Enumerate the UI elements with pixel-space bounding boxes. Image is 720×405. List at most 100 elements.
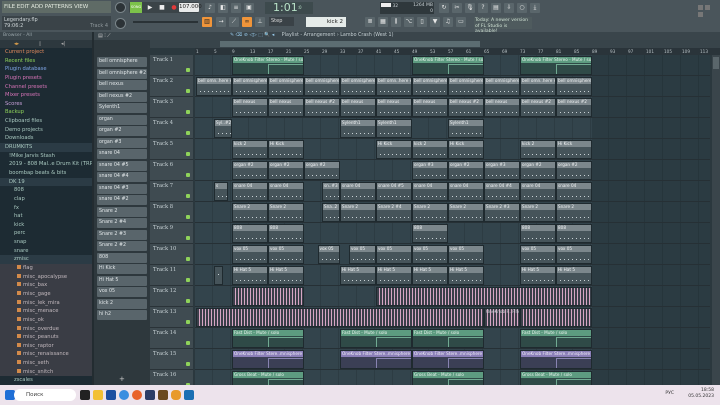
playlist-clip[interactable]: 808 xyxy=(556,224,592,243)
track-add-icon[interactable] xyxy=(186,257,190,261)
channel-button[interactable]: snare 04 #4 xyxy=(97,172,147,182)
app-icon-store[interactable] xyxy=(106,390,116,400)
back-icon[interactable]: ◂▸ xyxy=(14,41,19,47)
playlist-clip[interactable]: snare 04 xyxy=(232,182,268,201)
browser-item[interactable]: misc_peanuts xyxy=(0,333,92,342)
playlist-clip[interactable]: Syl..#2 xyxy=(214,119,232,138)
channel-button[interactable]: snare 04 #3 xyxy=(97,183,147,194)
wait-input-icon[interactable]: ◧ xyxy=(218,3,228,13)
track-header[interactable]: Track 2 xyxy=(150,76,193,97)
browser-item[interactable]: Plugin presets xyxy=(0,74,92,83)
playlist-clip[interactable]: snare 04 xyxy=(412,182,448,201)
channel-button[interactable]: Snare 2 xyxy=(97,206,147,217)
file-icon[interactable]: ▯ xyxy=(39,41,42,47)
track-add-icon[interactable] xyxy=(186,278,190,282)
playlist-clip[interactable]: 808 xyxy=(268,224,304,243)
playlist-clip[interactable]: bell omnisphere xyxy=(304,77,340,96)
channel-button[interactable]: bell nexus #2 xyxy=(97,91,147,102)
track-header[interactable]: Track 1 xyxy=(150,55,193,76)
arrow-icon[interactable]: → xyxy=(216,17,226,27)
speaker-icon[interactable]: ◂| xyxy=(61,41,65,47)
channel-button[interactable]: Snare 2 #4 xyxy=(97,218,147,228)
playlist-clip[interactable]: Snare 2 #3 xyxy=(484,203,520,222)
playlist-clip[interactable]: Snare 2 xyxy=(412,203,448,222)
channel-button[interactable]: snare 04 xyxy=(97,149,147,159)
playlist-clip[interactable] xyxy=(376,287,592,306)
playlist-clip[interactable]: OneKnob Filter Stere..mnisphere - Filter xyxy=(412,350,484,369)
browser-item[interactable]: Current project xyxy=(0,48,92,57)
playlist-clip[interactable]: bell omnisphere xyxy=(448,77,484,96)
playlist-clip[interactable]: kick 2 xyxy=(232,140,268,159)
save-icon[interactable]: ▤ xyxy=(491,3,501,13)
browser-item[interactable]: Mixer presets xyxy=(0,91,92,100)
channel-rack-icon[interactable]: ▦ xyxy=(378,17,388,27)
track-add-icon[interactable] xyxy=(186,110,190,114)
playlist-clip[interactable]: organ #3 xyxy=(484,161,520,180)
playlist-clip[interactable]: 808 xyxy=(520,224,556,243)
playlist-clip[interactable]: Snare 2 xyxy=(448,203,484,222)
plugin-picker-icon[interactable]: ⌥ xyxy=(404,17,414,27)
playlist-clip[interactable] xyxy=(196,308,484,327)
browser-item[interactable]: perc xyxy=(0,229,92,238)
timeline-ruler[interactable]: 1 5 9 13 17 21 25 29 33 37 41 45 49 53 57 61 65 69 73 77 81 8… xyxy=(195,48,720,55)
channel-button[interactable]: 808 xyxy=(97,252,147,263)
tempo-tapper-icon[interactable]: ♫ xyxy=(443,17,453,27)
playlist-clip[interactable]: vox 05 xyxy=(232,245,268,264)
track-lane[interactable]: organ #2 organ #2 organ #2 organ #3 organ #2… xyxy=(195,160,710,181)
channel-button[interactable]: Snare 2 #3 xyxy=(97,229,147,240)
playlist-clip[interactable]: 808 xyxy=(412,224,448,243)
browser-item[interactable]: misc_renaissance xyxy=(0,350,92,360)
playlist-clip[interactable]: Snare 2 xyxy=(232,203,268,222)
track-header[interactable]: Track 8 xyxy=(150,202,193,223)
browser-item[interactable]: misc_apocalypse xyxy=(0,272,92,282)
playlist-clip[interactable]: Gross Beat - Mute / solo xyxy=(412,371,484,385)
browser-item[interactable]: Recent files xyxy=(0,57,92,66)
browser-item[interactable]: DRUMKITS xyxy=(0,143,92,152)
playlist-clip[interactable]: Snare 2 xyxy=(340,203,376,222)
playlist-clip[interactable]: snare 04 #5 xyxy=(376,182,412,201)
news-hint[interactable]: Today: A newer version of FL Studio is a… xyxy=(474,17,532,34)
browser-item[interactable]: misc_ok xyxy=(0,315,92,325)
playlist-clip[interactable]: bell omnisphere xyxy=(484,77,520,96)
track-add-icon[interactable] xyxy=(186,215,190,219)
maximize-icon[interactable] xyxy=(704,5,710,10)
master-volume-knob[interactable] xyxy=(115,2,126,13)
playlist-clip[interactable]: Fast Dist - Mute / solo xyxy=(232,329,304,348)
playlist-clip[interactable]: snare 04 xyxy=(268,182,304,201)
playlist-clip[interactable]: bell omnisphere xyxy=(556,77,592,96)
language-indicator[interactable]: РУС xyxy=(665,391,674,397)
playlist-clip[interactable]: Snare 2 xyxy=(520,203,556,222)
playlist-clip[interactable]: Sna..2 xyxy=(322,203,340,222)
browser-title[interactable]: Browser - All xyxy=(0,32,92,40)
playlist-clip[interactable]: bell nexus #2 xyxy=(448,98,484,117)
playlist-clip[interactable]: OneKnob Filter Stereo - Mute / solo xyxy=(232,56,304,75)
track-lane[interactable]: OneKnob Filter Stereo - Mute / solo OneKn… xyxy=(195,55,710,76)
browser-item[interactable]: !Mike Jarvis Stash xyxy=(0,152,92,161)
playlist-clip[interactable]: Hi Hat 5 xyxy=(556,266,592,285)
browser-item[interactable]: kick xyxy=(0,221,92,230)
browser-item[interactable]: misc_seth xyxy=(0,359,92,368)
playlist-title[interactable]: Playlist - Arrangement › Lambo Crash (We… xyxy=(282,33,394,38)
channel-button[interactable]: hi h2 xyxy=(97,310,147,320)
playlist-clip[interactable]: kick 2 xyxy=(520,140,556,159)
link-icon[interactable]: ∞ xyxy=(242,17,252,27)
overview-scroll-thumb[interactable] xyxy=(220,41,480,47)
track-header[interactable]: Track 14 xyxy=(150,328,193,349)
playlist-clip[interactable]: 808 xyxy=(232,224,268,243)
browser-item[interactable]: boombap beats & bits xyxy=(0,169,92,178)
browser-item[interactable]: Downloads xyxy=(0,134,92,143)
browser-icon[interactable]: ▭ xyxy=(456,17,466,27)
track-add-icon[interactable] xyxy=(186,320,190,324)
track-header[interactable]: Track 16 xyxy=(150,370,193,385)
browser-item[interactable]: Clipboard files xyxy=(0,117,92,126)
playlist-clip[interactable]: bell omnisphere xyxy=(412,77,448,96)
app-icon-fl-studio[interactable] xyxy=(171,390,181,400)
playlist-clip[interactable]: bell nexus xyxy=(340,98,376,117)
playlist-window-icon[interactable]: ≣ xyxy=(365,17,375,27)
playlist-clip[interactable]: bell omn..here #2 xyxy=(376,77,412,96)
app-icon-explorer[interactable] xyxy=(93,390,103,400)
main-menu[interactable]: FILE EDIT ADD PATTERNS VIEW OPTIONS TOOL… xyxy=(2,1,111,22)
tempo-field[interactable]: 107.000 xyxy=(179,3,202,12)
playlist-clip[interactable]: Hi Kick xyxy=(448,140,484,159)
playlist-clip[interactable]: organ #2 xyxy=(556,161,592,180)
